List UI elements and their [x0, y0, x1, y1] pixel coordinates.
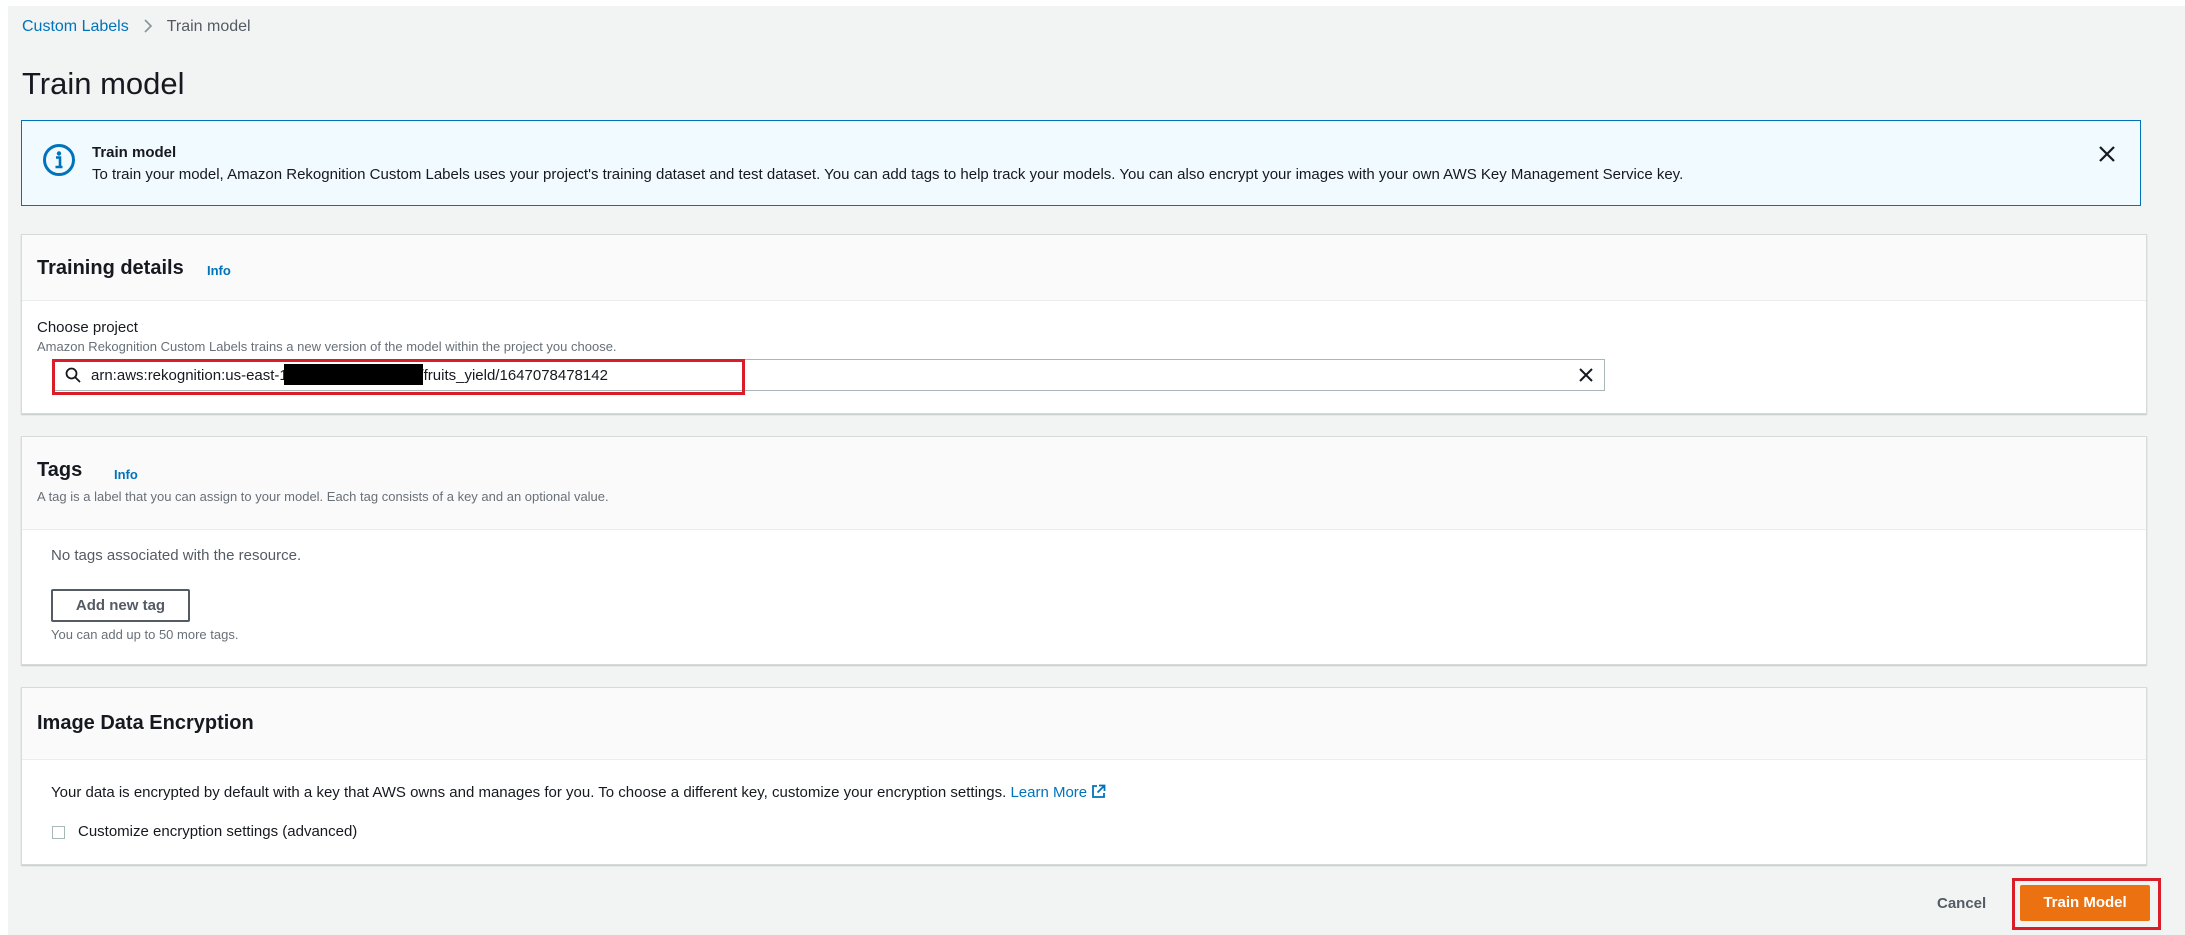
encryption-header: Image Data Encryption [22, 688, 2146, 760]
choose-project-description: Amazon Rekognition Custom Labels trains … [37, 339, 617, 354]
breadcrumb-custom-labels-link[interactable]: Custom Labels [22, 18, 129, 36]
train-model-button[interactable]: Train Model [2020, 885, 2150, 921]
tags-panel: Tags Info A tag is a label that you can … [21, 436, 2147, 665]
tags-header: Tags Info A tag is a label that you can … [22, 437, 2146, 530]
tags-heading: Tags [37, 459, 83, 481]
cancel-button[interactable]: Cancel [1937, 895, 1986, 912]
breadcrumb-current: Train model [166, 18, 251, 35]
alert-text: To train your model, Amazon Rekognition … [92, 166, 1684, 183]
alert-title: Train model [92, 144, 177, 161]
project-arn-prefix: arn:aws:rekognition:us-east-1 [91, 367, 288, 384]
customize-encryption-label[interactable]: Customize encryption settings (advanced) [78, 823, 357, 840]
close-icon[interactable] [2096, 143, 2118, 165]
redaction-block [284, 364, 423, 385]
add-new-tag-button[interactable]: Add new tag [51, 589, 190, 622]
no-tags-text: No tags associated with the resource. [51, 547, 302, 564]
info-icon [43, 144, 75, 176]
encryption-heading: Image Data Encryption [37, 712, 254, 734]
page-title: Train model [22, 66, 185, 101]
clear-icon[interactable] [1578, 367, 1594, 383]
customize-encryption-checkbox[interactable] [52, 826, 65, 839]
learn-more-link[interactable]: Learn More [1010, 784, 1106, 801]
tags-info-link[interactable]: Info [114, 467, 138, 482]
training-details-header: Training details Info [22, 235, 2146, 301]
chevron-right-icon [143, 19, 153, 35]
external-link-icon [1092, 784, 1106, 798]
encryption-text: Your data is encrypted by default with a… [51, 784, 1106, 801]
training-details-heading: Training details [37, 257, 184, 279]
breadcrumb: Custom Labels Train model [22, 18, 251, 36]
tags-description: A tag is a label that you can assign to … [37, 489, 609, 504]
training-details-info-link[interactable]: Info [207, 263, 231, 278]
choose-project-label: Choose project [37, 319, 138, 336]
tags-limit-text: You can add up to 50 more tags. [51, 627, 239, 642]
project-search-input[interactable]: arn:aws:rekognition:us-east-1 roject/frui… [54, 359, 1605, 391]
info-alert: Train model To train your model, Amazon … [21, 120, 2141, 206]
encryption-description: Your data is encrypted by default with a… [51, 784, 1007, 801]
search-icon [65, 367, 81, 383]
